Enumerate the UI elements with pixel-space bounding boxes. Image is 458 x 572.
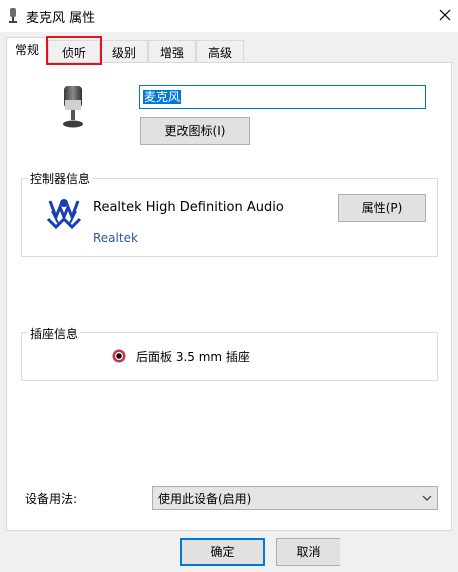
- tab-advanced[interactable]: 高级: [196, 40, 244, 62]
- controller-name: Realtek High Definition Audio: [93, 200, 284, 215]
- device-name-input[interactable]: 麦克风: [139, 85, 426, 109]
- realtek-logo: [46, 199, 82, 230]
- jack-info-label: 插座信息: [28, 325, 81, 342]
- title-bar: 麦克风 属性: [0, 0, 458, 32]
- cancel-button[interactable]: 取消: [276, 538, 340, 566]
- jack-dot-icon: [112, 349, 126, 363]
- tab-advanced-label: 高级: [207, 46, 232, 60]
- jack-description: 后面板 3.5 mm 插座: [136, 350, 250, 364]
- tab-levels-label: 级别: [111, 46, 136, 60]
- microphone-icon: [9, 8, 17, 23]
- tab-levels[interactable]: 级别: [100, 40, 148, 62]
- device-usage-value: 使用此设备(启用): [158, 492, 252, 506]
- controller-vendor: Realtek: [93, 231, 138, 245]
- tab-general-label: 常规: [14, 43, 39, 57]
- change-icon-button[interactable]: 更改图标(I): [140, 117, 250, 145]
- tab-highlight-box: [46, 36, 102, 65]
- tab-general[interactable]: 常规: [6, 37, 48, 64]
- close-icon[interactable]: [432, 2, 458, 28]
- device-usage-select[interactable]: 使用此设备(启用): [152, 486, 438, 510]
- window-title: 麦克风 属性: [26, 11, 96, 26]
- device-usage-label: 设备用法:: [25, 492, 78, 506]
- ok-button[interactable]: 确定: [180, 538, 265, 566]
- controller-info-label: 控制器信息: [28, 170, 93, 187]
- chevron-down-icon: [422, 495, 432, 501]
- microphone-icon: [63, 86, 83, 128]
- controller-properties-button[interactable]: 属性(P): [338, 194, 426, 222]
- tab-enhancements-label: 增强: [159, 46, 184, 60]
- device-name-value: 麦克风: [143, 90, 182, 104]
- tab-enhancements[interactable]: 增强: [148, 40, 196, 62]
